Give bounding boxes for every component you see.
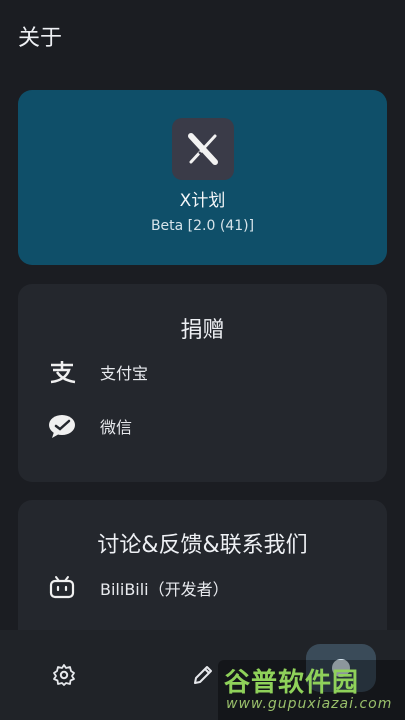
contact-bilibili-item[interactable]: BiliBili（开发者） bbox=[18, 568, 387, 608]
donate-alipay-label: 支付宝 bbox=[100, 364, 149, 383]
app-version: Beta [2.0 (41)] bbox=[150, 218, 255, 234]
contact-title: 讨论&反馈&联系我们 bbox=[97, 533, 308, 558]
bilibili-icon bbox=[42, 573, 82, 603]
watermark-text: 谷普软件园 bbox=[224, 668, 360, 698]
page-title: 关于 bbox=[18, 26, 63, 51]
alipay-icon bbox=[42, 357, 82, 387]
donate-wechat-label: 微信 bbox=[100, 418, 133, 437]
settings-icon[interactable] bbox=[44, 655, 84, 695]
x-logo-icon bbox=[172, 118, 234, 180]
about-card: X计划 Beta [2.0 (41)] bbox=[18, 90, 387, 265]
donate-alipay-item[interactable]: 支付宝 bbox=[18, 352, 387, 392]
donate-title: 捐赠 bbox=[180, 318, 225, 343]
watermark: 谷普软件园 www.gupuxiazai.com bbox=[218, 660, 405, 720]
watermark-url: www.gupuxiazai.com bbox=[226, 696, 393, 712]
app-name: X计划 bbox=[179, 191, 226, 211]
donate-card: 捐赠 支付宝 微信 bbox=[18, 284, 387, 482]
contact-bilibili-label: BiliBili（开发者） bbox=[100, 580, 229, 599]
wechat-icon bbox=[42, 411, 82, 441]
edit-icon[interactable] bbox=[183, 655, 223, 695]
donate-wechat-item[interactable]: 微信 bbox=[18, 406, 387, 446]
